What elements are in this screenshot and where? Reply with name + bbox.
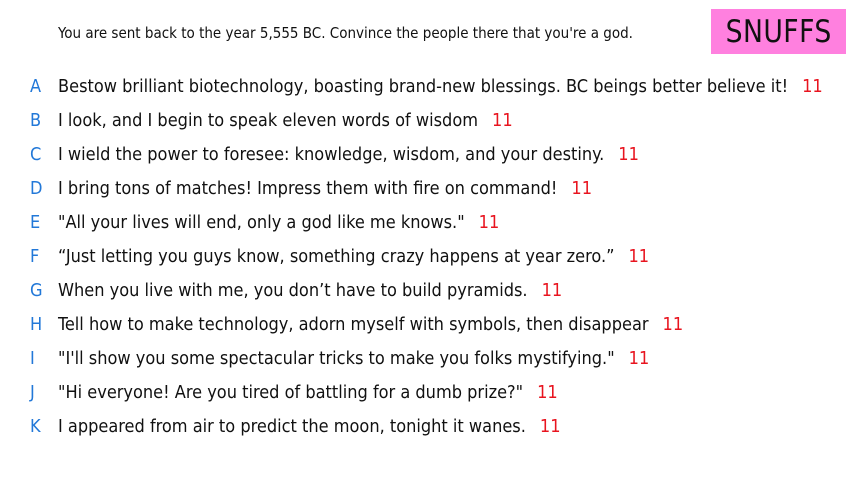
- answer-letter: D: [30, 178, 43, 199]
- answer-score: 11: [541, 280, 563, 301]
- answer-body: When you live with me, you don’t have to…: [58, 280, 562, 302]
- answer-row-a: A Bestow brilliant biotechnology, boasti…: [0, 70, 853, 104]
- answer-row-k: K I appeared from air to predict the moo…: [0, 410, 853, 444]
- answer-row-d: D I bring tons of matches! Impress them …: [0, 172, 853, 206]
- answer-text: When you live with me, you don’t have to…: [58, 280, 528, 301]
- answer-row-e: E "All your lives will end, only a god l…: [0, 206, 853, 240]
- answer-text: I appeared from air to predict the moon,…: [58, 416, 526, 437]
- answer-body: "Hi everyone! Are you tired of battling …: [58, 382, 558, 404]
- answer-body: I bring tons of matches! Impress them wi…: [58, 178, 592, 200]
- answer-score: 11: [539, 416, 561, 437]
- answer-text: "Hi everyone! Are you tired of battling …: [58, 382, 524, 403]
- answer-row-j: J "Hi everyone! Are you tired of battlin…: [0, 376, 853, 410]
- answer-letter: I: [30, 348, 35, 369]
- answer-body: “Just letting you guys know, something c…: [58, 246, 649, 268]
- prompt-text: You are sent back to the year 5,555 BC. …: [58, 24, 633, 42]
- answer-score: 11: [628, 246, 650, 267]
- answer-row-b: B I look, and I begin to speak eleven wo…: [0, 104, 853, 138]
- answer-text: Bestow brilliant biotechnology, boasting…: [58, 76, 789, 97]
- answer-score: 11: [628, 348, 650, 369]
- answer-score: 11: [802, 76, 823, 97]
- answer-row-i: I "I'll show you some spectacular tricks…: [0, 342, 853, 376]
- answer-text: I bring tons of matches! Impress them wi…: [58, 178, 558, 199]
- answer-letter: C: [30, 144, 42, 165]
- answer-text: "I'll show you some spectacular tricks t…: [58, 348, 615, 369]
- answer-body: I wield the power to foresee: knowledge,…: [58, 144, 639, 166]
- answer-body: Tell how to make technology, adorn mysel…: [58, 314, 683, 336]
- answer-letter: E: [30, 212, 41, 233]
- answer-score: 11: [618, 144, 639, 165]
- answer-text: Tell how to make technology, adorn mysel…: [58, 314, 649, 335]
- answer-text: I look, and I begin to speak eleven word…: [58, 110, 479, 131]
- answer-text: I wield the power to foresee: knowledge,…: [58, 144, 605, 165]
- answer-text: “Just letting you guys know, something c…: [58, 246, 615, 267]
- answer-score: 11: [662, 314, 684, 335]
- answer-letter: F: [30, 246, 40, 267]
- answer-body: I look, and I begin to speak eleven word…: [58, 110, 513, 132]
- answer-row-c: C I wield the power to foresee: knowledg…: [0, 138, 853, 172]
- answer-body: Bestow brilliant biotechnology, boasting…: [58, 76, 823, 98]
- answer-score: 11: [492, 110, 513, 131]
- answer-score: 11: [571, 178, 593, 199]
- answer-body: "All your lives will end, only a god lik…: [58, 212, 499, 234]
- answer-letter: A: [30, 76, 42, 97]
- snuffs-badge: SNUFFS: [711, 9, 846, 54]
- answer-score: 11: [478, 212, 500, 233]
- answer-row-g: G When you live with me, you don’t have …: [0, 274, 853, 308]
- answer-body: "I'll show you some spectacular tricks t…: [58, 348, 649, 370]
- answer-letter: B: [30, 110, 42, 131]
- answer-text: "All your lives will end, only a god lik…: [58, 212, 465, 233]
- answer-row-f: F “Just letting you guys know, something…: [0, 240, 853, 274]
- answer-letter: K: [30, 416, 41, 437]
- answer-letter: G: [30, 280, 43, 301]
- answer-row-h: H Tell how to make technology, adorn mys…: [0, 308, 853, 342]
- answer-score: 11: [537, 382, 558, 403]
- answer-letter: H: [30, 314, 43, 335]
- badge-label: SNUFFS: [725, 13, 832, 50]
- answer-letter: J: [30, 382, 35, 403]
- answer-body: I appeared from air to predict the moon,…: [58, 416, 561, 438]
